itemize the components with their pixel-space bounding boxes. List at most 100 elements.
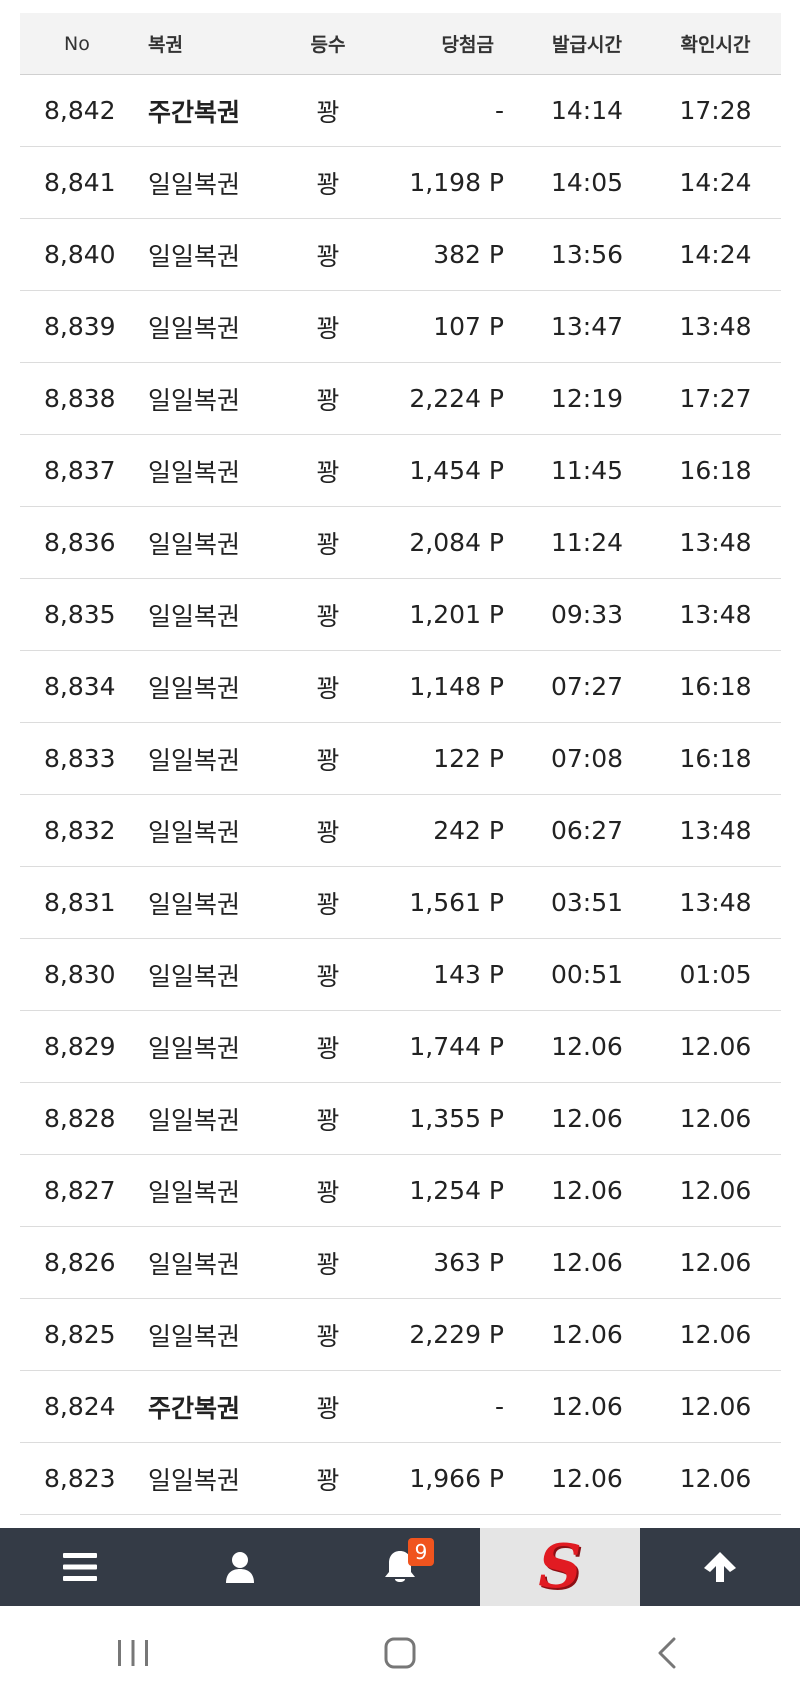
row-prize: 363 P <box>433 1248 504 1277</box>
row-prize: 382 P <box>433 240 504 269</box>
table-row[interactable]: 8,829 일일복권 꽝 1,744 P 12.06 12.06 <box>20 1011 781 1083</box>
page: No 복권 등수 당첨금 발급시간 확인시간 8,842 주간복권 꽝 -14:14 1… <box>0 0 800 1699</box>
row-rank: 꽝 <box>316 1465 340 1495</box>
table-row[interactable]: 8,836 일일복권 꽝 2,084 P 11:24 13:48 <box>20 507 781 579</box>
user-icon <box>226 1552 254 1583</box>
user-button[interactable] <box>160 1528 320 1606</box>
menu-button[interactable] <box>0 1528 160 1606</box>
header-issued-time: 발급시간 <box>552 34 622 56</box>
row-rank: 꽝 <box>316 97 340 127</box>
row-issued-time: 07:08 <box>550 744 624 773</box>
row-no: 8,831 <box>44 888 116 917</box>
table-row[interactable]: 8,826 일일복권 꽝 363 P 12.06 12.06 <box>20 1227 781 1299</box>
row-issued-time: 14:05 <box>550 168 624 197</box>
row-issued-time: 12.06 <box>551 1392 623 1421</box>
row-checked-time: 12.06 <box>679 1032 752 1061</box>
row-no: 8,826 <box>44 1248 116 1277</box>
back-icon <box>658 1637 676 1668</box>
table-row[interactable]: 8,825 일일복권 꽝 2,229 P 12.06 12.06 <box>20 1299 781 1371</box>
row-issued-time: 06:27 <box>550 816 624 845</box>
row-checked-time: 14:24 <box>679 168 752 197</box>
row-prize: 2,224 P <box>409 384 504 413</box>
row-no: 8,825 <box>44 1320 116 1349</box>
table-row[interactable]: 8,841 일일복권 꽝 1,198 P 14:05 14:24 <box>20 147 781 219</box>
row-rank: 꽝 <box>316 385 340 415</box>
row-checked-time: 12.06 <box>679 1248 752 1277</box>
row-rank: 꽝 <box>316 745 340 775</box>
row-issued-time: 12:19 <box>550 384 624 413</box>
row-no: 8,837 <box>44 456 116 485</box>
table-row[interactable]: 8,835 일일복권 꽝 1,201 P 09:33 13:48 <box>20 579 781 651</box>
row-rank: 꽝 <box>316 1033 340 1063</box>
home-icon <box>384 1637 416 1668</box>
table-row[interactable]: 8,823 일일복권 꽝 1,966 P 12.06 12.06 <box>20 1443 781 1515</box>
recent-apps-button[interactable] <box>73 1623 193 1683</box>
table-row[interactable]: 8,839 일일복권 꽝 107 P 13:47 13:48 <box>20 291 781 363</box>
row-rank: 꽝 <box>316 673 340 703</box>
row-prize: 1,966 P <box>409 1464 504 1493</box>
row-lottery-type: 일일복권 <box>148 241 241 271</box>
row-rank: 꽝 <box>316 961 340 991</box>
row-checked-time: 16:18 <box>679 744 752 773</box>
row-lottery-type: 주간복권 <box>148 97 241 127</box>
recent-apps-icon <box>118 1639 149 1666</box>
row-prize: 1,561 P <box>409 888 504 917</box>
system-nav-bar <box>0 1606 800 1699</box>
table-body: 8,842 주간복권 꽝 -14:14 17:28 8,841 일일복권 꽝 1,198 P 14… <box>20 75 781 1515</box>
table-row[interactable]: 8,828 일일복권 꽝 1,355 P 12.06 12.06 <box>20 1083 781 1155</box>
row-no: 8,842 <box>44 96 116 125</box>
row-checked-time: 12.06 <box>679 1104 752 1133</box>
scroll-top-button[interactable] <box>640 1528 800 1606</box>
row-lottery-type: 일일복권 <box>148 961 241 991</box>
table-row[interactable]: 8,827 일일복권 꽝 1,254 P 12.06 12.06 <box>20 1155 781 1227</box>
row-no: 8,840 <box>44 240 116 269</box>
table-row[interactable]: 8,838 일일복권 꽝 2,224 P 12:19 17:27 <box>20 363 781 435</box>
back-button[interactable] <box>607 1623 727 1683</box>
table-row[interactable]: 8,830 일일복권 꽝 143 P 00:51 01:05 <box>20 939 781 1011</box>
table-row[interactable]: 8,834 일일복권 꽝 1,148 P 07:27 16:18 <box>20 651 781 723</box>
row-issued-time: 11:24 <box>550 528 624 557</box>
row-issued-time: 13:56 <box>550 240 624 269</box>
row-lottery-type: 일일복권 <box>148 673 241 703</box>
row-issued-time: 12.06 <box>551 1104 623 1133</box>
bottom-app-nav: 9 S <box>0 1528 800 1606</box>
row-prize: 1,254 P <box>409 1176 504 1205</box>
row-no: 8,835 <box>44 600 116 629</box>
brand-home-button[interactable]: S <box>480 1528 640 1606</box>
row-prize: - <box>494 1392 504 1421</box>
row-prize: 242 P <box>433 816 504 845</box>
row-prize: - <box>494 96 504 125</box>
row-lottery-type: 일일복권 <box>148 745 241 775</box>
row-rank: 꽝 <box>316 1321 340 1351</box>
row-no: 8,824 <box>44 1392 116 1421</box>
row-no: 8,841 <box>44 168 116 197</box>
row-no: 8,823 <box>44 1464 116 1493</box>
table-row[interactable]: 8,840 일일복권 꽝 382 P 13:56 14:24 <box>20 219 781 291</box>
lottery-history-table: No 복권 등수 당첨금 발급시간 확인시간 8,842 주간복권 꽝 -14:14 1… <box>20 13 781 1515</box>
row-no: 8,829 <box>44 1032 116 1061</box>
row-prize: 1,148 P <box>409 672 504 701</box>
table-row[interactable]: 8,833 일일복권 꽝 122 P 07:08 16:18 <box>20 723 781 795</box>
notification-badge: 9 <box>408 1538 434 1566</box>
row-checked-time: 13:48 <box>679 816 752 845</box>
row-checked-time: 13:48 <box>679 528 752 557</box>
row-no: 8,834 <box>44 672 116 701</box>
row-prize: 2,229 P <box>409 1320 504 1349</box>
row-lottery-type: 일일복권 <box>148 1033 241 1063</box>
table-row[interactable]: 8,824 주간복권 꽝 - 12.06 12.06 <box>20 1371 781 1443</box>
table-row[interactable]: 8,842 주간복권 꽝 - 14:14 17:28 <box>20 75 781 147</box>
table-row[interactable]: 8,837 일일복권 꽝 1,454 P 11:45 16:18 <box>20 435 781 507</box>
row-checked-time: 13:48 <box>679 888 752 917</box>
row-rank: 꽝 <box>316 313 340 343</box>
row-rank: 꽝 <box>316 1177 340 1207</box>
row-issued-time: 11:45 <box>550 456 624 485</box>
table-row[interactable]: 8,831 일일복권 꽝 1,561 P 03:51 13:48 <box>20 867 781 939</box>
table-row[interactable]: 8,832 일일복권 꽝 242 P 06:27 13:48 <box>20 795 781 867</box>
row-lottery-type: 일일복권 <box>148 457 241 487</box>
notifications-button[interactable]: 9 <box>320 1528 480 1606</box>
row-rank: 꽝 <box>316 817 340 847</box>
row-prize: 122 P <box>433 744 504 773</box>
home-button[interactable] <box>340 1623 460 1683</box>
row-issued-time: 14:14 <box>550 96 624 125</box>
row-rank: 꽝 <box>316 169 340 199</box>
